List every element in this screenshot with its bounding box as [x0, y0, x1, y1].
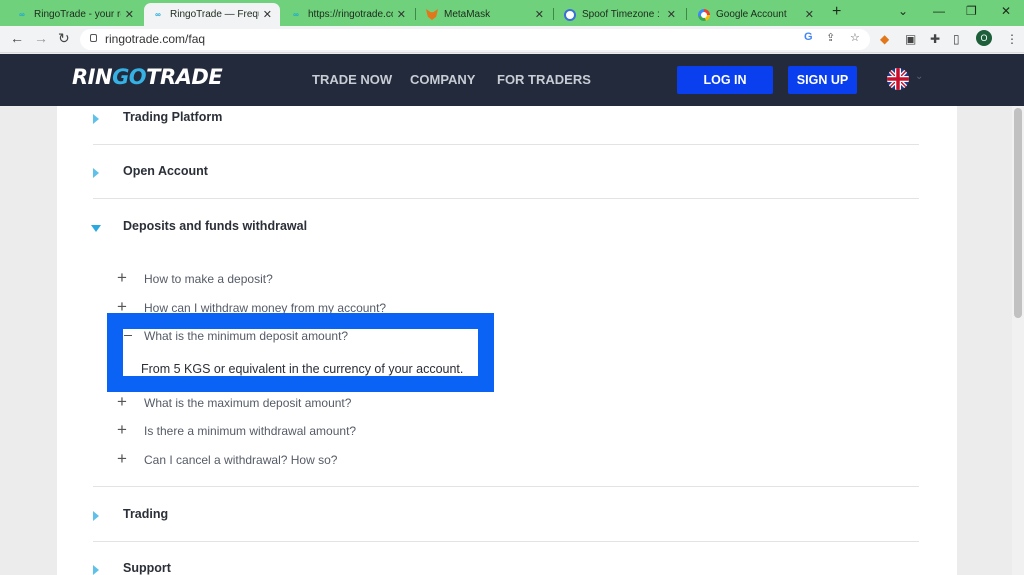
browser-tab-strip: ∞ RingoTrade - your reli ✕ ∞ RingoTrade …: [0, 0, 1024, 26]
go-favicon-icon: ∞: [19, 9, 25, 19]
browser-tab[interactable]: MetaMask ✕: [418, 3, 552, 26]
browser-tab[interactable]: ∞ https://ringotrade.com ✕: [282, 3, 414, 26]
nav-trade-now[interactable]: TRADE NOW: [312, 72, 392, 87]
share-icon[interactable]: ⇪: [826, 31, 835, 44]
plus-icon: +: [117, 420, 127, 439]
caret-right-icon: [93, 114, 99, 124]
bookmark-star-icon[interactable]: ☆: [850, 31, 860, 44]
nav-company[interactable]: COMPANY: [410, 72, 475, 87]
metamask-extension-icon[interactable]: ◆: [880, 32, 889, 46]
logo-text: RIN: [72, 65, 113, 89]
side-panel-icon[interactable]: ▯: [953, 32, 960, 46]
plus-icon: +: [117, 297, 127, 316]
tab-title: RingoTrade — Freque: [170, 9, 259, 20]
browser-tab[interactable]: Spoof Timezone : ad ✕: [556, 3, 684, 26]
tab-separator: [686, 8, 687, 20]
tab-title: https://ringotrade.com: [308, 9, 393, 20]
language-chevron-icon[interactable]: ⌄: [915, 71, 923, 82]
browser-toolbar: ← → ↻ ringotrade.com/faq G ⇪ ☆ ◆ ▣ ✚ ▯ O…: [0, 26, 1024, 53]
login-button[interactable]: LOG IN: [677, 66, 773, 94]
signup-button[interactable]: SIGN UP: [788, 66, 857, 94]
close-window-icon[interactable]: ✕: [1001, 4, 1011, 18]
category-label: Deposits and funds withdrawal: [123, 219, 308, 233]
scrollbar-thumb[interactable]: [1014, 108, 1022, 318]
logo-accent-text: GO: [112, 65, 147, 89]
close-tab-icon[interactable]: ✕: [125, 8, 134, 21]
question-text: What is the maximum deposit amount?: [144, 396, 352, 410]
profile-avatar[interactable]: O: [976, 30, 992, 46]
category-label: Trading Platform: [123, 110, 223, 124]
tab-separator: [553, 8, 554, 20]
url-text[interactable]: ringotrade.com/faq: [105, 32, 205, 46]
caret-right-icon: [93, 511, 99, 521]
new-tab-icon[interactable]: +: [832, 3, 841, 21]
close-tab-icon[interactable]: ✕: [805, 8, 814, 21]
tab-title: MetaMask: [444, 9, 491, 20]
reload-icon[interactable]: ↻: [58, 30, 70, 47]
close-tab-icon[interactable]: ✕: [667, 8, 676, 21]
lock-icon: [90, 34, 97, 42]
plus-icon: +: [117, 449, 127, 468]
code-extension-icon[interactable]: ▣: [905, 32, 916, 46]
kebab-menu-icon[interactable]: ⋮: [1006, 32, 1018, 46]
divider: [93, 541, 919, 542]
caret-right-icon: [93, 168, 99, 178]
divider: [93, 198, 919, 199]
tab-separator: [415, 8, 416, 20]
nav-for-traders[interactable]: FOR TRADERS: [497, 72, 591, 87]
question-text: How to make a deposit?: [144, 272, 273, 286]
ringotrade-logo[interactable]: RINGOTRADE: [72, 65, 223, 89]
address-bar[interactable]: ringotrade.com/faq G ⇪ ☆: [80, 29, 870, 50]
page-scrollbar[interactable]: [1012, 106, 1024, 575]
category-label: Open Account: [123, 164, 208, 178]
question-text: Can I cancel a withdrawal? How so?: [144, 453, 338, 467]
category-label: Support: [123, 561, 171, 575]
category-label: Trading: [123, 507, 169, 521]
tab-title: Spoof Timezone : ad: [582, 9, 663, 20]
close-tab-icon[interactable]: ✕: [535, 8, 544, 21]
plus-icon: +: [117, 268, 127, 287]
metamask-fox-icon: [426, 9, 438, 20]
tab-search-chevron-icon[interactable]: ⌄: [898, 4, 908, 18]
highlight-box: [107, 313, 494, 392]
close-tab-icon[interactable]: ✕: [263, 8, 272, 21]
google-favicon-icon: [698, 8, 710, 21]
uk-flag-icon[interactable]: [887, 68, 909, 90]
restore-icon[interactable]: ❐: [966, 4, 977, 18]
go-favicon-icon: ∞: [155, 9, 161, 19]
plus-icon: +: [117, 392, 127, 411]
tab-title: Google Account: [716, 9, 787, 20]
browser-tab[interactable]: ∞ RingoTrade - your reli ✕: [8, 3, 142, 26]
google-translate-icon[interactable]: G: [804, 31, 813, 43]
caret-down-icon: [91, 225, 101, 232]
tab-title: RingoTrade - your reli: [34, 9, 121, 20]
caret-right-icon: [93, 565, 99, 575]
divider: [93, 486, 919, 487]
browser-tab[interactable]: Google Account ✕: [690, 3, 822, 26]
question-text: Is there a minimum withdrawal amount?: [144, 424, 357, 438]
minimize-icon[interactable]: —: [933, 4, 945, 18]
go-favicon-icon: ∞: [293, 9, 299, 19]
extensions-puzzle-icon[interactable]: ✚: [930, 32, 940, 46]
forward-arrow-icon[interactable]: →: [34, 30, 48, 46]
close-tab-icon[interactable]: ✕: [397, 8, 406, 21]
back-arrow-icon[interactable]: ←: [10, 30, 24, 46]
logo-text: TRADE: [146, 65, 223, 89]
browser-tab-active[interactable]: ∞ RingoTrade — Freque ✕: [144, 3, 280, 26]
globe-favicon-icon: [564, 8, 576, 21]
divider: [93, 144, 919, 145]
site-header: RINGOTRADE TRADE NOW COMPANY FOR TRADERS…: [0, 54, 1024, 106]
